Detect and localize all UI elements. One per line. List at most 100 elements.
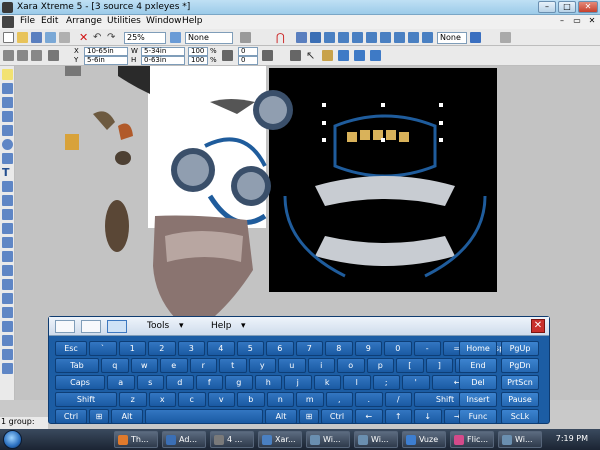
line-width-icon[interactable] (354, 50, 365, 61)
group-icon[interactable] (296, 32, 307, 43)
osk-key[interactable]: e (160, 358, 188, 373)
transform-icon[interactable] (422, 32, 433, 43)
osk-key[interactable]: Caps (55, 375, 105, 390)
selection-handle[interactable] (381, 138, 385, 142)
rotate-handles-icon[interactable] (31, 50, 42, 61)
osk-key[interactable]: / (384, 392, 412, 407)
push-tool-icon[interactable] (2, 349, 13, 360)
bevel-tool-icon[interactable] (2, 209, 13, 220)
osk-key[interactable]: Ctrl (321, 409, 353, 424)
menu-edit[interactable]: Edit (41, 16, 58, 26)
node-tool-icon[interactable] (2, 83, 13, 94)
blend-tool-icon[interactable] (2, 223, 13, 234)
colour-tool-icon[interactable] (2, 321, 13, 332)
zoom-tool-column-icon[interactable] (2, 335, 13, 346)
fill-icon[interactable] (370, 50, 381, 61)
arrow-icon[interactable]: ↖ (306, 50, 317, 61)
osk-key[interactable]: [ (396, 358, 424, 373)
zoom-select[interactable]: 25% (124, 32, 166, 44)
osk-key[interactable]: - (413, 341, 441, 356)
text-style-icon[interactable] (338, 50, 349, 61)
minimize-button[interactable]: – (538, 1, 556, 13)
doc-restore-button[interactable]: ▭ (571, 16, 583, 25)
contour-icon[interactable] (290, 50, 301, 61)
app-icon[interactable] (2, 2, 13, 13)
osk-key[interactable]: Alt (111, 409, 143, 424)
small-part-2[interactable] (118, 66, 150, 94)
taskbar-button[interactable]: Wi... (306, 431, 350, 448)
metal-plate[interactable] (153, 215, 253, 319)
small-part-5[interactable] (115, 151, 131, 165)
document-icon[interactable] (2, 16, 14, 28)
taskbar-button[interactable]: Vuze (402, 431, 446, 448)
osk-key[interactable]: 4 (207, 341, 235, 356)
arrange-front-icon[interactable] (324, 32, 335, 43)
selector-option-icon[interactable] (3, 50, 14, 61)
pencil-icon[interactable] (322, 50, 333, 61)
osk-key[interactable]: ← (355, 409, 383, 424)
taskbar-button[interactable]: Th... (114, 431, 158, 448)
mould-tool-icon[interactable] (2, 237, 13, 248)
zoom-tool-icon[interactable] (170, 32, 181, 43)
disc-part[interactable] (105, 200, 129, 252)
osk-key[interactable]: 3 (177, 341, 205, 356)
osk-key[interactable]: 5 (236, 341, 264, 356)
osk-key[interactable] (145, 409, 263, 424)
osk-key[interactable]: 6 (266, 341, 294, 356)
selection-handle[interactable] (439, 138, 443, 142)
small-part-1[interactable] (65, 66, 81, 76)
osk-menu-help[interactable]: Help (211, 321, 232, 331)
taskbar-button[interactable]: 4 ... (210, 431, 254, 448)
osk-key[interactable]: j (284, 375, 312, 390)
new-icon[interactable] (3, 32, 14, 43)
osk-menu-tools[interactable]: Tools (147, 321, 169, 331)
rectangle-tool-icon[interactable] (2, 125, 13, 136)
text-tool-icon[interactable]: T (2, 167, 13, 178)
transparency-tool-icon[interactable] (2, 265, 13, 276)
quality-select[interactable]: None (185, 32, 233, 44)
osk-mode-keyboard[interactable] (107, 320, 127, 333)
y-field[interactable]: 5-6in (84, 56, 128, 65)
export-icon[interactable] (59, 32, 70, 43)
osk-key[interactable]: Ctrl (55, 409, 87, 424)
osk-key[interactable]: z (119, 392, 147, 407)
scale-y-field[interactable]: 100 (188, 56, 208, 65)
undo-icon[interactable]: ↶ (93, 32, 104, 43)
redo-icon[interactable]: ↷ (107, 32, 118, 43)
selection-handle[interactable] (439, 121, 443, 125)
rotation-field[interactable]: 0 (238, 47, 258, 56)
osk-key[interactable]: PrtScn (501, 375, 539, 390)
osk-key[interactable]: k (313, 375, 341, 390)
align-icon[interactable] (380, 32, 391, 43)
osk-key[interactable]: ⊞ (89, 409, 109, 424)
osk-key[interactable]: ↓ (414, 409, 442, 424)
fill-tool-icon[interactable] (2, 251, 13, 262)
selection-handle[interactable] (322, 103, 326, 107)
osk-key[interactable]: x (148, 392, 176, 407)
osk-key[interactable]: g (225, 375, 253, 390)
osk-key[interactable]: ScLk (501, 409, 539, 424)
osk-close-icon[interactable]: ✕ (531, 319, 545, 333)
start-button[interactable] (3, 430, 22, 449)
osk-key[interactable]: PgUp (501, 341, 539, 356)
osk-key[interactable]: Home (459, 341, 497, 356)
osk-key[interactable]: d (166, 375, 194, 390)
height-field[interactable]: 0-63in (141, 56, 185, 65)
osk-key[interactable]: ; (372, 375, 400, 390)
osk-key[interactable]: . (355, 392, 383, 407)
chevron-down-icon[interactable]: ▾ (179, 321, 184, 331)
gold-cube-5[interactable] (399, 132, 409, 142)
freehand-tool-icon[interactable] (2, 97, 13, 108)
osk-key[interactable]: ` (89, 341, 117, 356)
open-icon[interactable] (17, 32, 28, 43)
skew-field[interactable]: 0 (238, 56, 258, 65)
preset-select[interactable]: None (437, 32, 467, 44)
osk-key[interactable]: r (189, 358, 217, 373)
osk-key[interactable]: ⊞ (299, 409, 319, 424)
combine-icon[interactable] (394, 32, 405, 43)
import-icon[interactable] (45, 32, 56, 43)
distribute-icon[interactable] (408, 32, 419, 43)
taskbar-button[interactable]: Xar... (258, 431, 302, 448)
selection-handle[interactable] (322, 121, 326, 125)
osk-key[interactable]: h (254, 375, 282, 390)
